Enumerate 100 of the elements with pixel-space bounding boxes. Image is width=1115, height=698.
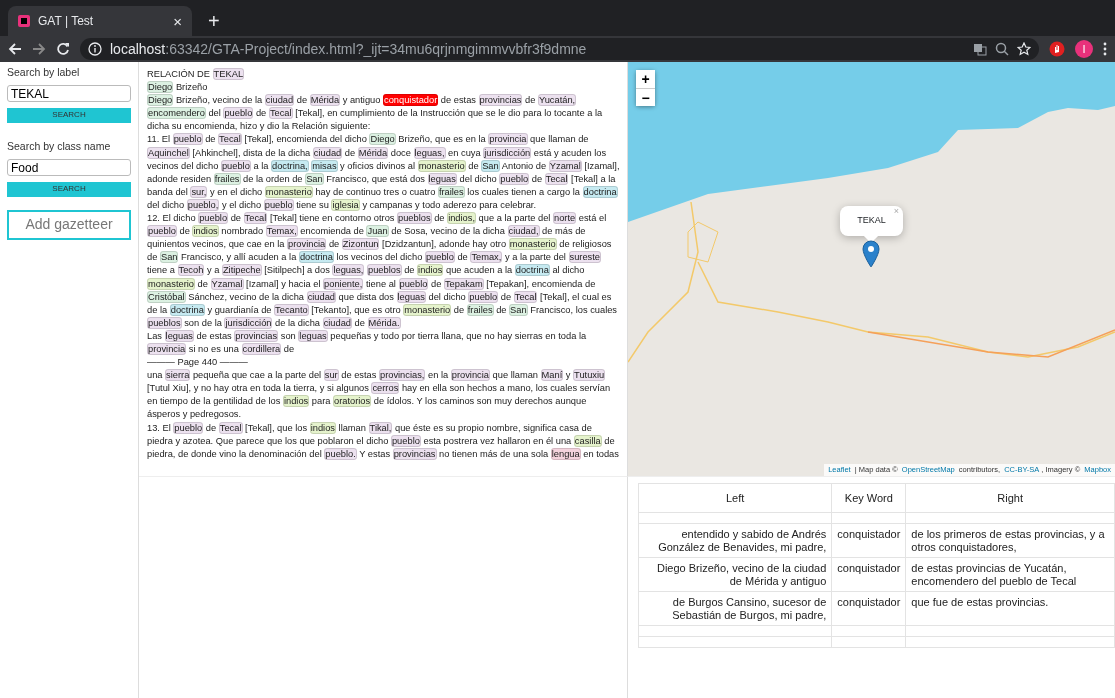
entity-tag[interactable]: Yzamal	[548, 159, 582, 172]
entity-tag[interactable]: indios,	[447, 212, 476, 225]
entity-tag[interactable]: Zizontun	[341, 238, 380, 251]
entity-tag[interactable]: Tikal,	[368, 421, 393, 434]
entity-tag[interactable]: Mérida	[309, 94, 341, 107]
entity-tag[interactable]: Juan	[366, 225, 389, 238]
entity-tag[interactable]: monasterio	[403, 303, 452, 316]
menu-icon[interactable]	[1103, 42, 1107, 56]
close-tab-button[interactable]: ×	[173, 13, 182, 29]
entity-tag[interactable]: doctrina,	[271, 159, 309, 172]
browser-tab[interactable]: GAT | Test ×	[8, 6, 192, 36]
entity-tag[interactable]: Yzamal	[210, 277, 244, 290]
zoom-in-button[interactable]: +	[636, 70, 655, 88]
entity-tag[interactable]: casilla	[573, 434, 602, 447]
forward-icon[interactable]	[32, 42, 46, 56]
zoom-icon[interactable]	[995, 42, 1009, 56]
entity-tag[interactable]: ciudad	[322, 316, 353, 329]
address-bar[interactable]: localhost:63342/GTA-Project/index.html?_ijt=34mu6qrjnmgimmvvbfr3f9dmne	[80, 38, 1039, 60]
entity-tag[interactable]: San	[509, 303, 528, 316]
entity-tag[interactable]: doctrina	[298, 251, 334, 264]
translate-icon[interactable]	[973, 42, 987, 56]
entity-tag[interactable]: TEKAL	[212, 68, 245, 80]
entity-tag[interactable]: San	[159, 251, 179, 264]
entity-tag[interactable]: indios	[192, 225, 219, 238]
entity-tag[interactable]: sur	[323, 369, 339, 382]
star-icon[interactable]	[1017, 42, 1031, 56]
entity-tag[interactable]: sureste	[568, 251, 601, 264]
entity-tag[interactable]: ciudad,	[507, 225, 540, 238]
entity-tag[interactable]: pueblo	[424, 251, 455, 264]
entity-tag[interactable]: pueblo,	[186, 198, 220, 211]
entity-tag[interactable]: doctrina	[514, 264, 550, 277]
entity-tag[interactable]: Tecal	[268, 107, 293, 120]
entity-tag[interactable]: provincia	[147, 342, 187, 355]
map-marker-icon[interactable]	[862, 240, 880, 268]
entity-tag[interactable]: pueblo	[468, 290, 499, 303]
entity-tag[interactable]: Cristóbal	[147, 290, 186, 303]
entity-tag[interactable]: Zitipeche	[221, 264, 262, 277]
entity-tag[interactable]: San	[481, 159, 500, 172]
entity-tag[interactable]: Mérida	[357, 146, 389, 159]
entity-tag[interactable]: pueblo	[390, 434, 421, 447]
entity-tag[interactable]: provincias	[478, 94, 523, 107]
search-field[interactable]: TEKAL	[7, 85, 131, 103]
entity-tag[interactable]: Tecal	[544, 172, 569, 185]
entity-tag[interactable]: Tecanto	[274, 303, 309, 316]
search-button[interactable]: SEARCH	[7, 107, 131, 123]
entity-tag[interactable]: leguas,	[413, 146, 446, 159]
entity-tag[interactable]: iglesia	[331, 198, 360, 211]
reload-icon[interactable]	[56, 42, 70, 56]
entity-tag[interactable]: pueblo	[398, 277, 429, 290]
entity-tag[interactable]: pueblo	[173, 421, 204, 434]
entity-tag[interactable]: doctrina	[582, 185, 618, 198]
entity-tag[interactable]: ciudad	[306, 290, 337, 303]
entity-tag[interactable]: indios	[309, 421, 336, 434]
entity-tag[interactable]: Tepakam	[443, 277, 484, 290]
entity-tag[interactable]: Mérida.	[367, 316, 401, 329]
entity-tag[interactable]: provincia	[287, 238, 327, 251]
entity-tag[interactable]: Tecal	[513, 290, 538, 303]
entity-tag[interactable]: Temax,	[470, 251, 503, 264]
entity-tag[interactable]: pueblo	[263, 198, 294, 211]
entity-tag[interactable]: Yucatán,	[537, 94, 577, 107]
entity-tag[interactable]: jurisdicción	[483, 146, 532, 159]
entity-tag[interactable]: pueblo	[198, 212, 229, 225]
entity-tag[interactable]: indios	[282, 395, 310, 408]
entity-tag[interactable]: Tecal	[243, 212, 268, 225]
hand-icon[interactable]	[1049, 41, 1065, 57]
entity-tag[interactable]: provincia	[488, 133, 528, 146]
entity-tag[interactable]: sur,	[190, 185, 208, 198]
back-icon[interactable]	[8, 42, 22, 56]
entity-tag[interactable]: pueblos	[147, 316, 182, 329]
entity-tag[interactable]: pueblo	[223, 107, 254, 120]
entity-tag[interactable]: frailes	[437, 185, 465, 198]
entity-tag[interactable]: pueblo	[499, 172, 530, 185]
entity-tag[interactable]: San	[305, 172, 324, 185]
entity-tag[interactable]: cordillera	[241, 342, 282, 355]
entity-tag[interactable]: leguas	[298, 329, 328, 342]
entity-tag[interactable]: pueblo	[220, 159, 251, 172]
entity-tag[interactable]: Temax,	[265, 225, 298, 238]
entity-tag[interactable]: pueblo.	[324, 447, 357, 460]
entity-tag[interactable]: misas	[311, 159, 338, 172]
entity-tag[interactable]: sierra	[165, 369, 191, 382]
entity-tag[interactable]: lengua	[550, 447, 581, 460]
entity-tag[interactable]: Maní	[540, 369, 564, 382]
entity-tag[interactable]: pueblos	[397, 212, 432, 225]
entity-tag[interactable]: Tecoh	[177, 264, 205, 277]
entity-tag[interactable]: oratorios	[333, 395, 372, 408]
entity-tag[interactable]: cerros	[371, 382, 400, 395]
profile-avatar[interactable]: I	[1075, 40, 1093, 58]
entity-tag[interactable]: leguas	[164, 329, 194, 342]
entity-tag[interactable]: encomendero	[147, 107, 206, 120]
entity-tag[interactable]: poniente,	[323, 277, 364, 290]
entity-tag[interactable]: provincias,	[378, 369, 426, 382]
entity-tag[interactable]: Aquinchel	[147, 146, 190, 159]
entity-tag[interactable]: ciudad	[312, 146, 343, 159]
entity-tag[interactable]: Tecal	[218, 421, 243, 434]
zoom-out-button[interactable]: −	[636, 88, 655, 106]
entity-tag[interactable]: leguas	[427, 172, 457, 185]
entity-tag[interactable]: monasterio	[264, 185, 313, 198]
entity-tag[interactable]: pueblo	[172, 133, 203, 146]
search-field[interactable]: Food	[7, 159, 131, 176]
entity-tag[interactable]: monasterio	[147, 277, 195, 290]
